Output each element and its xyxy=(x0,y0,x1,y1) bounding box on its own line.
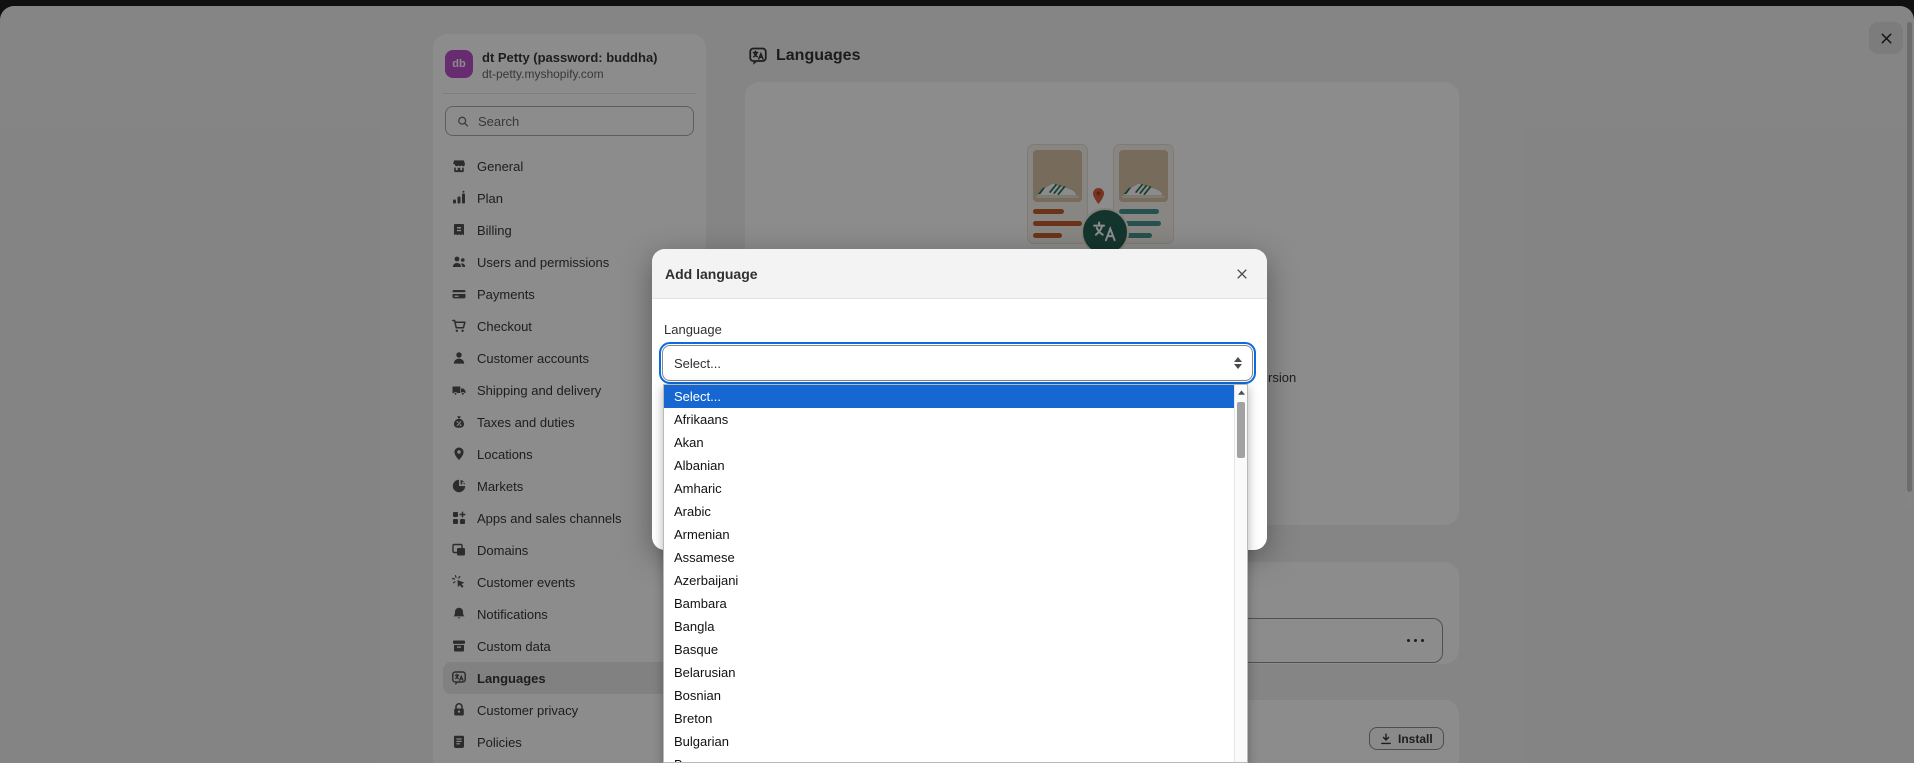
modal-close-button[interactable] xyxy=(1231,263,1253,285)
dropdown-option-select[interactable]: Select... xyxy=(664,385,1234,408)
dropdown-option[interactable]: Azerbaijani xyxy=(664,569,1234,592)
dropdown-scrollbar[interactable] xyxy=(1234,385,1247,762)
dropdown-option[interactable]: Amharic xyxy=(664,477,1234,500)
dropdown-option[interactable]: Bangla xyxy=(664,615,1234,638)
language-select[interactable]: Select... xyxy=(659,342,1256,384)
dropdown-option[interactable]: Afrikaans xyxy=(664,408,1234,431)
language-select-value: Select... xyxy=(674,355,721,371)
dropdown-option[interactable]: Belarusian xyxy=(664,661,1234,684)
dropdown-option[interactable]: Assamese xyxy=(664,546,1234,569)
language-field-label: Language xyxy=(664,322,722,337)
select-stepper-icon xyxy=(1234,357,1242,369)
dropdown-option[interactable]: Burmese xyxy=(664,753,1234,762)
language-options: Select... Afrikaans Akan Albanian Amhari… xyxy=(664,385,1234,762)
dropdown-option[interactable]: Akan xyxy=(664,431,1234,454)
dropdown-option[interactable]: Breton xyxy=(664,707,1234,730)
close-icon xyxy=(1235,267,1249,281)
scrollbar-thumb[interactable] xyxy=(1237,402,1245,458)
dropdown-option[interactable]: Bulgarian xyxy=(664,730,1234,753)
modal-header: Add language xyxy=(652,249,1267,299)
scroll-up-icon[interactable] xyxy=(1235,385,1247,399)
language-dropdown: Select... Afrikaans Akan Albanian Amhari… xyxy=(663,384,1248,763)
dropdown-option[interactable]: Albanian xyxy=(664,454,1234,477)
dropdown-option[interactable]: Bambara xyxy=(664,592,1234,615)
dropdown-option[interactable]: Basque xyxy=(664,638,1234,661)
modal-title: Add language xyxy=(665,265,758,282)
dropdown-option[interactable]: Armenian xyxy=(664,523,1234,546)
dropdown-option[interactable]: Arabic xyxy=(664,500,1234,523)
dropdown-option[interactable]: Bosnian xyxy=(664,684,1234,707)
